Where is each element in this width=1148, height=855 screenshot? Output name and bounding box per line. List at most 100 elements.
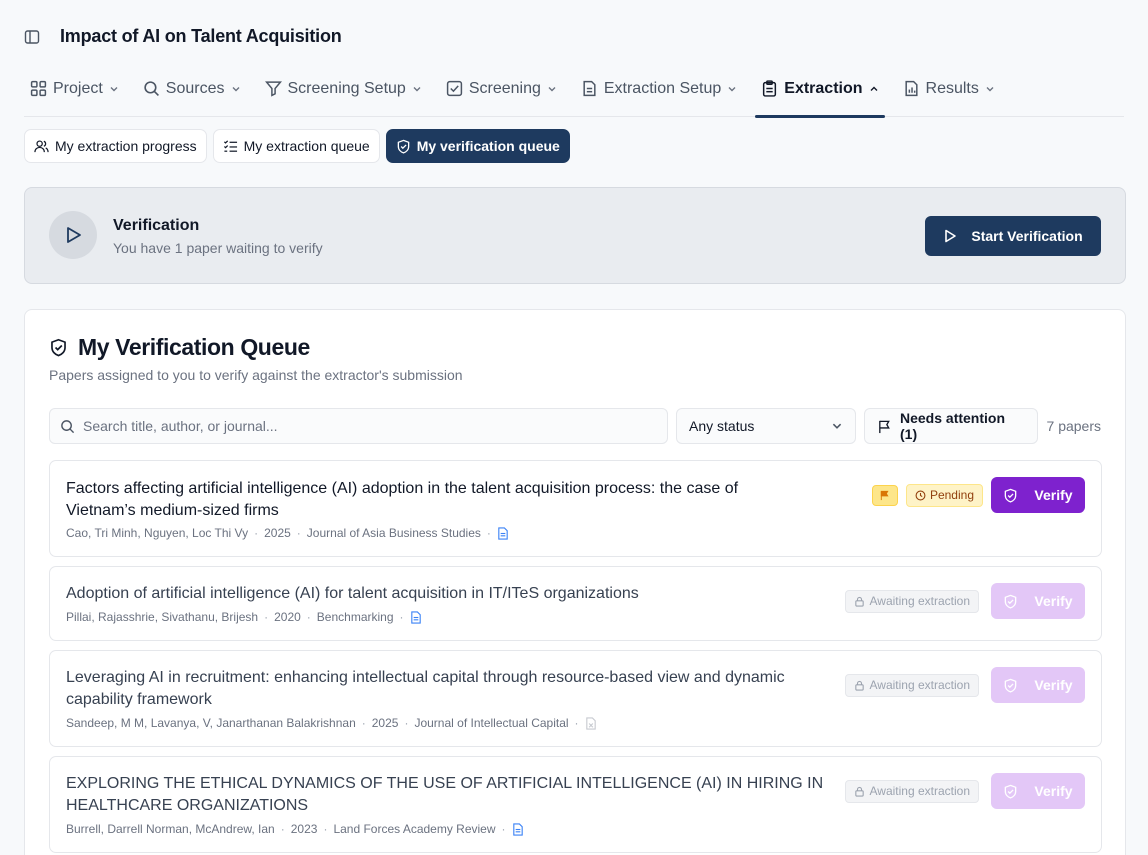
paper-title-line: Vietnam’s medium-sized firms: [66, 502, 279, 519]
extraction-subtabs: My extraction progress My extraction que…: [24, 129, 570, 163]
lock-icon: [854, 680, 865, 691]
report-icon: [903, 80, 920, 97]
paper-card: Adoption of artificial intelligence (AI)…: [49, 566, 1102, 641]
tab-extraction[interactable]: Extraction: [755, 70, 885, 118]
paper-journal: Journal of Asia Business Studies: [306, 526, 481, 540]
verify-label: Verify: [1034, 677, 1073, 693]
paper-year: 2020: [274, 610, 301, 624]
subtab-extraction-progress[interactable]: My extraction progress: [24, 129, 207, 163]
verify-button[interactable]: Verify: [991, 477, 1085, 513]
verify-label: Verify: [1034, 487, 1073, 503]
lock-icon: [854, 786, 865, 797]
status-badge: Awaiting extraction: [844, 589, 979, 613]
tab-sources[interactable]: Sources: [137, 70, 247, 107]
status-badge: Pending: [905, 483, 983, 507]
search-icon: [143, 80, 160, 97]
verify-button[interactable]: Verify: [991, 583, 1085, 619]
separator-dot: ·: [254, 526, 259, 540]
status-badge-label: Awaiting extraction: [869, 594, 971, 608]
project-title: Impact of AI on Talent Acquisition: [60, 26, 342, 46]
paper-title: Leveraging AI in recruitment: enhancing …: [66, 667, 785, 711]
paper-card: Leveraging AI in recruitment: enhancing …: [49, 650, 1102, 747]
pdf-file-icon[interactable]: [497, 526, 509, 540]
paper-title: Adoption of artificial intelligence (AI)…: [66, 583, 639, 605]
start-verification-label: Start Verification: [971, 228, 1083, 244]
chevron-down-icon: [727, 84, 737, 94]
separator-dot: ·: [404, 716, 409, 730]
tab-results-label: Results: [925, 79, 979, 97]
main-nav: Project Sources Screening Setup Screenin…: [24, 70, 1124, 118]
paper-year: 2023: [290, 822, 318, 836]
chevron-down-icon: [412, 84, 422, 94]
verify-button[interactable]: Verify: [991, 773, 1085, 809]
search-input-wrapper: [49, 408, 668, 444]
pdf-file-icon[interactable]: [512, 822, 524, 836]
banner-subtitle: You have 1 paper waiting to verify: [113, 240, 323, 256]
sidebar-toggle-icon[interactable]: [22, 27, 42, 47]
chevron-up-icon: [869, 84, 879, 94]
tab-sources-label: Sources: [165, 79, 225, 97]
paper-title: EXPLORING THE ETHICAL DYNAMICS OF THE US…: [66, 773, 823, 817]
separator-dot: ·: [501, 822, 506, 836]
paper-meta: Pillai, Rajasshrie, Sivathanu, Brijesh ·…: [66, 610, 422, 624]
tab-project[interactable]: Project: [24, 70, 125, 107]
subtab-extraction-queue[interactable]: My extraction queue: [212, 129, 380, 163]
paper-meta: Burrell, Darrell Norman, McAndrew, Ian ·…: [66, 822, 524, 836]
separator-dot: ·: [399, 610, 404, 624]
chevron-down-icon: [109, 84, 119, 94]
start-verification-button[interactable]: Start Verification: [925, 216, 1101, 256]
status-badge: Awaiting extraction: [844, 779, 979, 803]
flag-icon: [877, 419, 892, 434]
tab-extraction-setup[interactable]: Extraction Setup: [575, 70, 743, 107]
checkbox-icon: [446, 80, 463, 97]
file-missing-icon: [585, 716, 597, 730]
status-badge: Awaiting extraction: [844, 673, 979, 697]
separator-dot: ·: [306, 610, 311, 624]
pdf-file-icon[interactable]: [410, 610, 422, 624]
paper-meta: Sandeep, M M, Lavanya, V, Janarthanan Ba…: [66, 716, 597, 730]
grid-icon: [30, 80, 47, 97]
paper-journal: Benchmarking: [316, 610, 394, 624]
search-input[interactable]: [83, 418, 643, 434]
shield-check-icon: [1003, 678, 1018, 693]
tab-extraction-label: Extraction: [784, 79, 863, 97]
tab-project-label: Project: [53, 79, 103, 97]
verify-label: Verify: [1034, 593, 1073, 609]
paper-title: Factors affecting artificial intelligenc…: [66, 478, 738, 522]
status-select-value: Any status: [689, 418, 755, 434]
subtab-progress-label: My extraction progress: [55, 138, 197, 154]
paper-authors: Pillai, Rajasshrie, Sivathanu, Brijesh: [66, 610, 259, 624]
play-icon: [943, 229, 957, 243]
shield-check-icon: [1003, 594, 1018, 609]
paper-card: EXPLORING THE ETHICAL DYNAMICS OF THE US…: [49, 756, 1102, 853]
subtab-verification-queue[interactable]: My verification queue: [385, 129, 570, 163]
verify-button[interactable]: Verify: [991, 667, 1085, 703]
tab-screening[interactable]: Screening: [440, 70, 563, 107]
list-check-icon: [223, 139, 238, 154]
paper-year: 2025: [371, 716, 399, 730]
clock-icon: [915, 490, 926, 501]
flag-badge: [871, 484, 898, 506]
paper-title-line: Adoption of artificial intelligence (AI)…: [66, 585, 639, 602]
chevron-down-icon: [985, 84, 995, 94]
banner-title: Verification: [113, 217, 200, 234]
subtab-queue-label: My extraction queue: [243, 138, 370, 154]
verification-banner: Verification You have 1 paper waiting to…: [24, 187, 1126, 284]
paper-actions: Awaiting extraction Verify: [844, 583, 1085, 619]
subtab-verification-label: My verification queue: [416, 138, 560, 154]
shield-check-icon: [1003, 784, 1018, 799]
paper-journal: Land Forces Academy Review: [333, 822, 496, 836]
tab-screening-setup[interactable]: Screening Setup: [259, 70, 428, 107]
verify-label: Verify: [1034, 783, 1073, 799]
chevron-down-icon: [547, 84, 557, 94]
shield-check-icon: [396, 139, 411, 154]
users-icon: [34, 139, 49, 154]
paper-card: Factors affecting artificial intelligenc…: [49, 460, 1102, 557]
paper-title-line: capability framework: [66, 691, 212, 708]
shield-check-icon: [49, 338, 68, 357]
verification-queue-panel: My Verification Queue Papers assigned to…: [24, 309, 1126, 855]
tab-results[interactable]: Results: [897, 70, 1001, 107]
document-icon: [581, 80, 598, 97]
needs-attention-button[interactable]: Needs attention (1): [864, 408, 1038, 444]
status-select[interactable]: Any status: [676, 408, 856, 444]
